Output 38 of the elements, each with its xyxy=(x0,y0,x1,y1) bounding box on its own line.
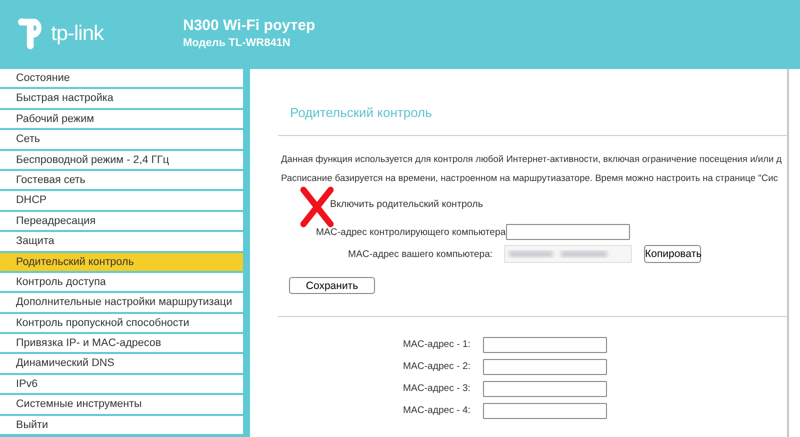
sidebar-item[interactable]: Сеть xyxy=(0,130,243,149)
product-title: N300 Wi-Fi роутер xyxy=(183,17,316,34)
sidebar-item[interactable]: Быстрая настройка xyxy=(0,89,243,108)
sidebar-item[interactable]: Беспроводной режим - 2,4 ГГц xyxy=(0,150,243,169)
sidebar-item[interactable]: Динамический DNS xyxy=(0,354,243,373)
sidebar-item[interactable]: Состояние xyxy=(0,69,243,88)
sidebar-item[interactable]: Гостевая сеть xyxy=(0,170,243,190)
sidebar-item[interactable]: Системные инструменты xyxy=(0,395,243,414)
sidebar-item[interactable]: Переадресация xyxy=(0,212,243,230)
sidebar-item[interactable]: Контроль пропускной способности xyxy=(0,314,243,332)
input-field[interactable] xyxy=(483,402,607,418)
brand-name: tp-link xyxy=(51,22,104,46)
field-label: MAC-адрес - 3: xyxy=(403,383,472,394)
sidebar-item[interactable]: Родительский контроль xyxy=(0,252,243,271)
copy-button[interactable]: Копировать xyxy=(644,245,701,263)
sidebar-item[interactable]: Выйти xyxy=(0,416,243,434)
sidebar-item[interactable]: Рабочий режим xyxy=(0,110,243,128)
description-text: Данная функция используется для контроля любой Интернет-активности, включая ограничение посещения и/или д xyxy=(281,153,783,166)
input-field[interactable] xyxy=(483,358,607,374)
sidebar-item[interactable]: Контроль доступа xyxy=(0,272,243,292)
field-label: MAC-адрес - 1: xyxy=(403,339,472,350)
sidebar-item[interactable]: Привязка IP- и MAC-адресов xyxy=(0,334,243,352)
enable-label: Включить родительский контроль xyxy=(330,199,483,210)
description-text: Расписание базируется на времени, настроенном на маршрутиазаторе. Время можно настроить на странице "Сис xyxy=(281,172,779,185)
input-field[interactable] xyxy=(483,380,607,396)
sidebar-item[interactable]: DHCP xyxy=(0,191,243,210)
save-button[interactable]: Сохранить xyxy=(289,277,375,294)
field-label: MAC-адрес вашего компьютера: xyxy=(348,248,494,260)
sidebar-item[interactable]: Защита xyxy=(0,232,243,251)
field-label: MAC-адрес - 4: xyxy=(403,405,472,416)
model-name: Модель TL-WR841N xyxy=(183,37,292,49)
field-label: MAC-адрес - 2: xyxy=(403,361,472,372)
field-label: MAC-адрес контролирующего компьютера xyxy=(316,226,506,238)
page-title: Родительский контроль xyxy=(290,105,433,121)
sidebar-item[interactable]: IPv6 xyxy=(0,374,243,394)
input-field[interactable] xyxy=(483,336,607,352)
sidebar-item[interactable]: Дополнительные настройки маршрутизаци xyxy=(0,293,243,312)
input-field[interactable] xyxy=(506,224,630,240)
